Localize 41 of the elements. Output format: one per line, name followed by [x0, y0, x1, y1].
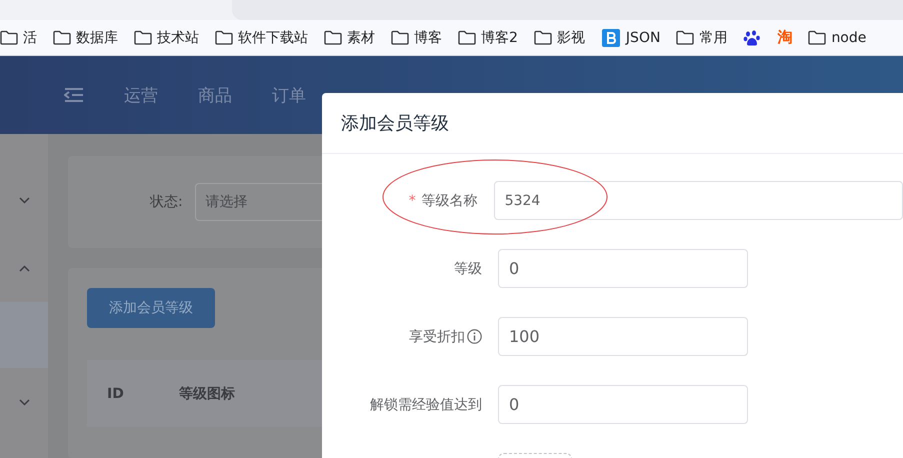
status-label: 状态: [150, 193, 183, 211]
chevron-up-icon[interactable] [18, 264, 30, 272]
folder-icon [391, 30, 409, 45]
field-label: 等级 [454, 260, 482, 278]
folder-icon [53, 30, 71, 45]
input-field[interactable]: 100 [498, 317, 748, 356]
input-field[interactable]: 0 [498, 249, 748, 288]
bookmark[interactable]: 软件下载站 [215, 28, 308, 46]
column-header: ID [107, 386, 124, 402]
paw-icon[interactable] [743, 28, 762, 46]
input-field[interactable]: 0 [498, 385, 748, 424]
folder-icon [215, 30, 233, 45]
letter-logo-icon [600, 28, 621, 48]
chevron-down-icon[interactable] [18, 398, 30, 406]
menu-fold-icon[interactable] [64, 87, 84, 103]
column-header: 等级图标 [178, 384, 235, 402]
bookmark[interactable]: 博客 [391, 28, 442, 46]
info-icon[interactable] [467, 329, 482, 344]
folder-icon [324, 30, 342, 45]
folder-icon [458, 30, 476, 45]
bookmark[interactable]: 博客2 [458, 28, 518, 46]
folder-icon [808, 30, 826, 45]
bookmark[interactable]: 技术站 [134, 28, 199, 46]
input-field[interactable]: 5324 [494, 181, 903, 220]
field-label: 解锁需经验值达到 [370, 396, 482, 414]
folder-icon [134, 30, 152, 45]
folder-icon [0, 30, 18, 45]
folder-icon [534, 30, 552, 45]
field-label: 享受折扣 [409, 328, 465, 346]
bookmark[interactable]: 影视 [534, 28, 585, 46]
bookmark[interactable]: JSON [600, 28, 660, 48]
bookmark[interactable]: 常用 [676, 28, 728, 46]
bookmark[interactable]: 活 [0, 28, 37, 46]
required-mark: * [408, 192, 416, 208]
chevron-down-icon[interactable] [18, 196, 30, 204]
field-label: 等级名称 [422, 192, 478, 210]
bookmark[interactable]: 素材 [324, 28, 375, 46]
bookmark[interactable]: node [808, 30, 866, 46]
dialog-title: 添加会员等级 [341, 112, 449, 135]
bookmark[interactable]: 数据库 [53, 28, 118, 46]
folder-icon [676, 30, 694, 45]
